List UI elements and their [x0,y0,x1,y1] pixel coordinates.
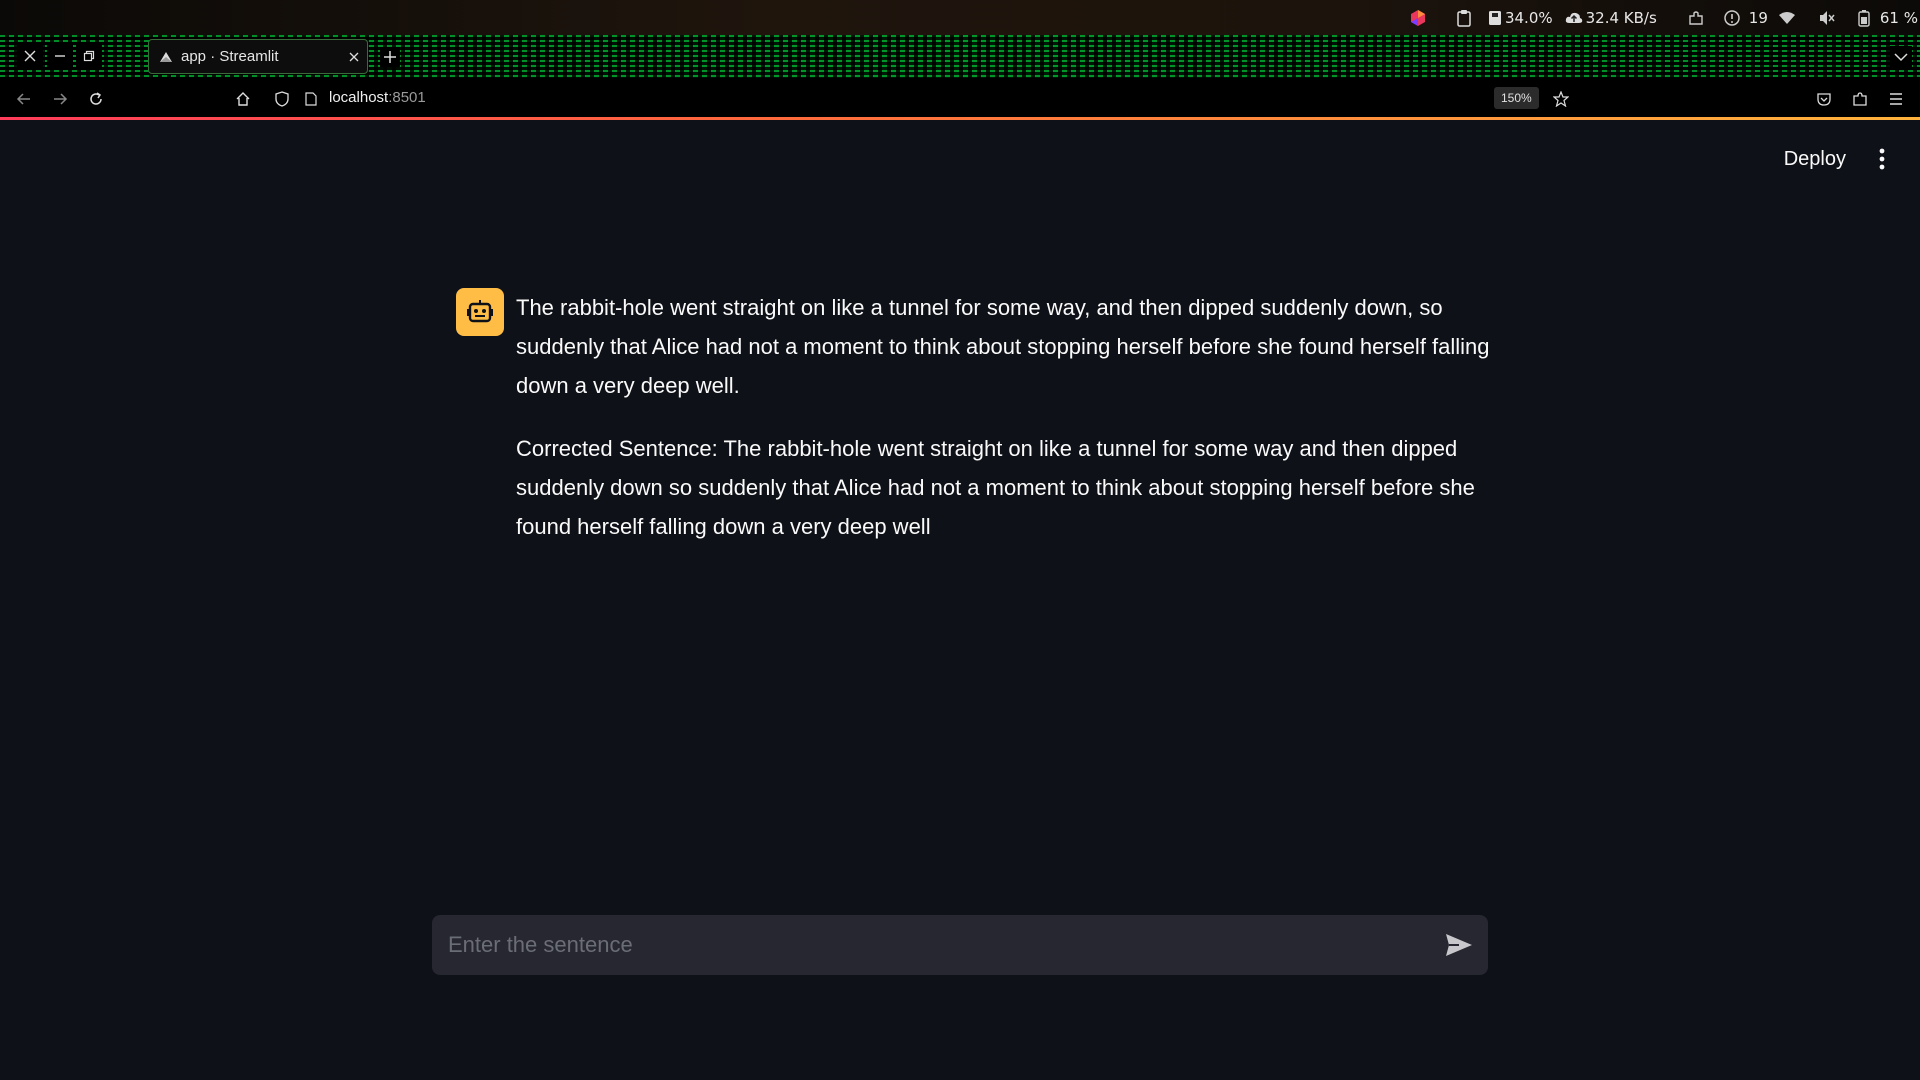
extensions-icon[interactable] [1687,9,1705,27]
send-arrow-icon[interactable] [1444,931,1474,959]
new-tab-icon[interactable] [380,47,400,67]
forward-icon[interactable] [48,87,72,111]
zoom-indicator[interactable]: 150% [1494,87,1539,109]
browser-nav-bar: localhost:8501 150% [0,78,1920,120]
network-speed: 32.4 KB/s [1585,8,1657,27]
message-original-text: The rabbit-hole went straight on like a … [516,295,1490,398]
back-icon[interactable] [12,87,36,111]
system-tray: 34.0% 32.4 KB/s 19 61 % [1398,0,1920,35]
disk-icon [1488,10,1502,26]
browser-tab[interactable]: app · Streamlit [148,39,368,74]
deploy-button[interactable]: Deploy [1784,144,1846,174]
cpu-usage: 34.0% [1504,8,1553,27]
volume-muted-icon[interactable] [1818,10,1836,26]
cloud-upload-icon [1565,11,1583,25]
browser-tab-strip: app · Streamlit [0,35,1920,78]
system-top-bar: 34.0% 32.4 KB/s 19 61 % [0,0,1920,35]
streamlit-app: Deploy The rabbit-hole went straight on … [0,123,1920,1080]
extensions-puzzle-icon[interactable] [1848,87,1872,111]
url-port: :8501 [388,89,426,106]
battery-level: 61 % [1879,8,1918,27]
tab-close-icon[interactable] [349,52,359,62]
window-close-icon[interactable] [17,43,43,69]
hamburger-menu-icon[interactable] [1884,87,1908,111]
app-logo-icon[interactable] [1408,8,1428,28]
reload-icon[interactable] [84,87,108,111]
page-info-icon[interactable] [299,87,323,111]
clipboard-icon[interactable] [1456,9,1472,27]
streamlit-favicon-icon [159,51,173,63]
battery-icon [1858,9,1870,27]
url-host: localhost [329,89,389,106]
updates-icon[interactable] [1723,9,1741,27]
window-minimize-icon[interactable] [47,43,73,69]
updates-count: 19 [1748,8,1768,27]
chat-message-body: The rabbit-hole went straight on like a … [516,288,1496,570]
chat-input-field[interactable] [446,915,1406,975]
tab-list-chevron-icon[interactable] [1890,46,1912,68]
url-bar[interactable]: localhost:8501 [329,89,426,106]
wifi-icon[interactable] [1778,11,1796,25]
home-icon[interactable] [231,87,255,111]
kebab-menu-icon[interactable] [1870,144,1894,174]
message-corrected-text: Corrected Sentence: The rabbit-hole went… [516,436,1475,539]
pocket-icon[interactable] [1812,87,1836,111]
tab-title: app · Streamlit [181,48,279,65]
shield-icon[interactable] [270,87,294,111]
window-restore-icon[interactable] [76,43,102,69]
robot-icon [456,288,504,336]
chat-input-container [432,915,1488,975]
bookmark-star-icon[interactable] [1549,87,1573,111]
